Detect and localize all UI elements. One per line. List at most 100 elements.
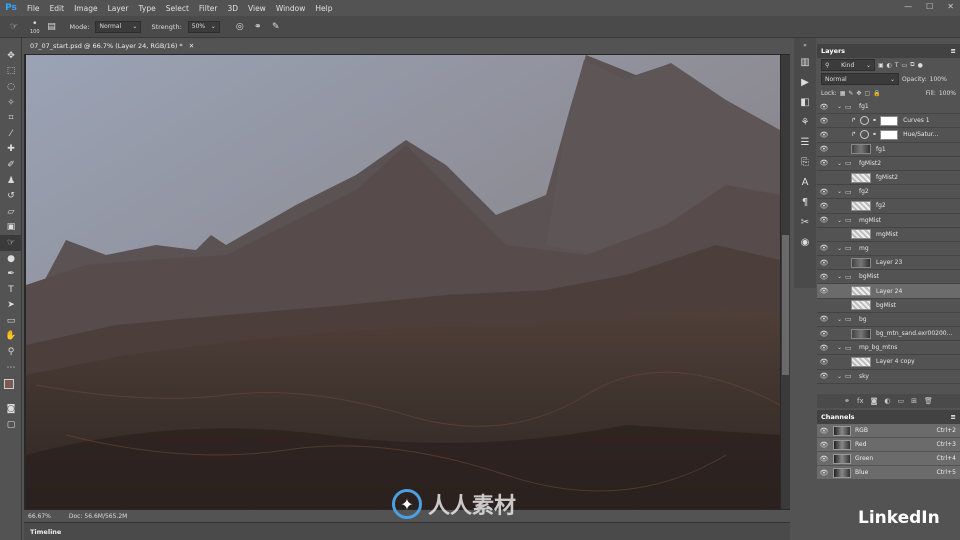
filter-adjustment-icon[interactable]: ◐ bbox=[887, 62, 892, 69]
visibility-eye-icon[interactable]: 👁 bbox=[817, 259, 831, 267]
adjustments-panel-icon[interactable]: ◧ bbox=[794, 92, 816, 112]
close-tab-icon[interactable]: ✕ bbox=[189, 42, 194, 50]
new-layer-icon[interactable]: ⊞ bbox=[911, 397, 917, 405]
layer-filter-select[interactable]: ⚲ Kind ⌄ bbox=[821, 59, 875, 71]
channel-row[interactable]: 👁 RGB Ctrl+2 bbox=[817, 424, 960, 438]
panel-menu-icon[interactable]: ≡ bbox=[951, 413, 956, 421]
mode-select[interactable]: Normal ⌄ bbox=[95, 20, 142, 33]
layer-thumbnail[interactable] bbox=[851, 328, 871, 339]
history-brush-tool-icon[interactable]: ↺ bbox=[0, 188, 22, 204]
layer-row[interactable]: 👁 fg2 bbox=[817, 199, 960, 214]
dodge-tool-icon[interactable]: ● bbox=[0, 251, 22, 267]
visibility-eye-icon[interactable]: 👁 bbox=[817, 330, 831, 338]
lock-image-icon[interactable]: ✎ bbox=[848, 90, 853, 97]
lasso-tool-icon[interactable]: ◌ bbox=[0, 79, 22, 95]
layer-group-row[interactable]: 👁 ⌄ ▭ mg bbox=[817, 242, 960, 257]
visibility-eye-icon[interactable]: 👁 bbox=[817, 441, 831, 449]
layer-group-row[interactable]: 👁 ⌄ ▭ bgMist bbox=[817, 270, 960, 285]
tool-presets-icon[interactable]: ✂ bbox=[794, 212, 816, 232]
blend-mode-select[interactable]: Normal ⌄ bbox=[821, 73, 899, 85]
visibility-eye-icon[interactable]: 👁 bbox=[817, 216, 831, 224]
filter-pixel-icon[interactable]: ▣ bbox=[878, 62, 884, 69]
actions-panel-icon[interactable]: ▶ bbox=[794, 72, 816, 92]
visibility-eye-icon[interactable]: 👁 bbox=[817, 131, 831, 139]
opacity-value[interactable]: 100% bbox=[930, 76, 947, 83]
strength-input[interactable]: 50% ⌄ bbox=[187, 20, 220, 33]
group-expand-chevron-icon[interactable]: ⌄ bbox=[837, 245, 845, 252]
layer-row[interactable]: 👁 ↱ ⚭ Hue/Satur... bbox=[817, 128, 960, 143]
gradient-tool-icon[interactable]: ▣ bbox=[0, 220, 22, 236]
layer-row[interactable]: 👁 fg1 bbox=[817, 143, 960, 157]
visibility-eye-icon[interactable]: 👁 bbox=[817, 427, 831, 435]
layer-thumbnail[interactable] bbox=[851, 286, 871, 297]
filter-smart-object-icon[interactable]: ⧉ bbox=[910, 61, 914, 69]
menu-window[interactable]: Window bbox=[271, 4, 311, 13]
eraser-tool-icon[interactable]: ▱ bbox=[0, 204, 22, 220]
trash-icon[interactable]: 🗑 bbox=[924, 397, 933, 405]
menu-image[interactable]: Image bbox=[69, 4, 103, 13]
visibility-eye-icon[interactable]: 👁 bbox=[817, 344, 831, 352]
quick-select-tool-icon[interactable]: ✧ bbox=[0, 95, 22, 111]
menu-file[interactable]: File bbox=[22, 4, 45, 13]
menu-layer[interactable]: Layer bbox=[103, 4, 134, 13]
filter-toggle-icon[interactable]: ● bbox=[918, 62, 923, 69]
zoom-level[interactable]: 66.67% bbox=[28, 513, 51, 520]
path-selection-tool-icon[interactable]: ➤ bbox=[0, 298, 22, 314]
layer-group-row[interactable]: 👁 ⌄ ▭ fgMist2 bbox=[817, 157, 960, 171]
brush-picker[interactable]: • 100 bbox=[30, 19, 40, 35]
hand-tool-icon[interactable]: ✋ bbox=[0, 329, 22, 345]
visibility-eye-icon[interactable]: 👁 bbox=[817, 145, 831, 153]
brush-settings-icon[interactable]: ▤ bbox=[46, 21, 58, 33]
history-panel-icon[interactable]: ▥ bbox=[794, 52, 816, 72]
layer-group-row[interactable]: 👁 ⌄ ▭ mp_bg_mtns bbox=[817, 341, 960, 356]
rectangle-tool-icon[interactable]: ▭ bbox=[0, 313, 22, 329]
pen-tool-icon[interactable]: ✒ bbox=[0, 266, 22, 282]
libraries-panel-icon[interactable]: ◉ bbox=[794, 232, 816, 252]
menu-3d[interactable]: 3D bbox=[222, 4, 243, 13]
adjustment-icon[interactable]: ◐ bbox=[884, 397, 890, 405]
lock-all-icon[interactable]: 🔒 bbox=[873, 90, 880, 97]
brush-presets-icon[interactable]: ☰ bbox=[794, 132, 816, 152]
visibility-eye-icon[interactable]: 👁 bbox=[817, 315, 831, 323]
group-expand-chevron-icon[interactable]: ⌄ bbox=[837, 188, 845, 195]
eyedropper-tool-icon[interactable]: ⁄ bbox=[0, 126, 22, 142]
group-expand-chevron-icon[interactable]: ⌄ bbox=[837, 344, 845, 351]
quick-mask-icon[interactable]: ◙ bbox=[0, 401, 22, 417]
healing-tool-icon[interactable]: ✚ bbox=[0, 142, 22, 158]
paragraph-panel-icon[interactable]: ¶ bbox=[794, 192, 816, 212]
zoom-tool-icon[interactable]: ⚲ bbox=[0, 344, 22, 360]
crop-tool-icon[interactable]: ⌗ bbox=[0, 110, 22, 126]
layer-row[interactable]: 👁 bgMist bbox=[817, 299, 960, 313]
group-expand-chevron-icon[interactable]: ⌄ bbox=[837, 273, 845, 280]
visibility-eye-icon[interactable]: 👁 bbox=[817, 174, 831, 182]
filter-type-icon[interactable]: T bbox=[895, 62, 899, 69]
visibility-eye-icon[interactable]: 👁 bbox=[817, 469, 831, 477]
visibility-eye-icon[interactable]: 👁 bbox=[817, 273, 831, 281]
layer-thumbnail[interactable] bbox=[851, 356, 871, 367]
link-icon[interactable]: ⚭ bbox=[844, 397, 850, 405]
marquee-tool-icon[interactable]: ⬚ bbox=[0, 64, 22, 80]
layer-mask-thumbnail[interactable] bbox=[880, 129, 899, 140]
maximize-button[interactable]: ☐ bbox=[926, 2, 933, 11]
layer-group-row[interactable]: 👁 ⌄ ▭ fg1 bbox=[817, 100, 960, 115]
layer-group-row[interactable]: 👁 ⌄ ▭ mgMist bbox=[817, 214, 960, 228]
layer-thumbnail[interactable] bbox=[851, 229, 871, 240]
group-expand-chevron-icon[interactable]: ⌄ bbox=[837, 103, 845, 110]
group-expand-chevron-icon[interactable]: ⌄ bbox=[837, 217, 845, 224]
vertical-scrollbar[interactable] bbox=[781, 55, 790, 509]
visibility-eye-icon[interactable]: 👁 bbox=[817, 159, 831, 167]
layer-thumbnail[interactable] bbox=[851, 144, 871, 155]
document-tab[interactable]: 07_07_start.psd @ 66.7% (Layer 24, RGB/1… bbox=[24, 39, 201, 53]
clone-source-icon[interactable]: ⎘ bbox=[794, 152, 816, 172]
menu-select[interactable]: Select bbox=[161, 4, 194, 13]
visibility-eye-icon[interactable]: 👁 bbox=[817, 117, 831, 125]
layer-group-row[interactable]: 👁 ⌄ ▭ fg2 bbox=[817, 185, 960, 200]
clone-stamp-tool-icon[interactable]: ♟ bbox=[0, 173, 22, 189]
menu-type[interactable]: Type bbox=[134, 4, 161, 13]
mask-link-icon[interactable]: ⚭ bbox=[872, 117, 877, 124]
group-expand-chevron-icon[interactable]: ⌄ bbox=[837, 373, 845, 380]
menu-edit[interactable]: Edit bbox=[45, 4, 70, 13]
layer-thumbnail[interactable] bbox=[851, 200, 871, 211]
lock-position-icon[interactable]: ✥ bbox=[856, 90, 861, 97]
layer-row[interactable]: 👁 Layer 4 copy bbox=[817, 355, 960, 370]
